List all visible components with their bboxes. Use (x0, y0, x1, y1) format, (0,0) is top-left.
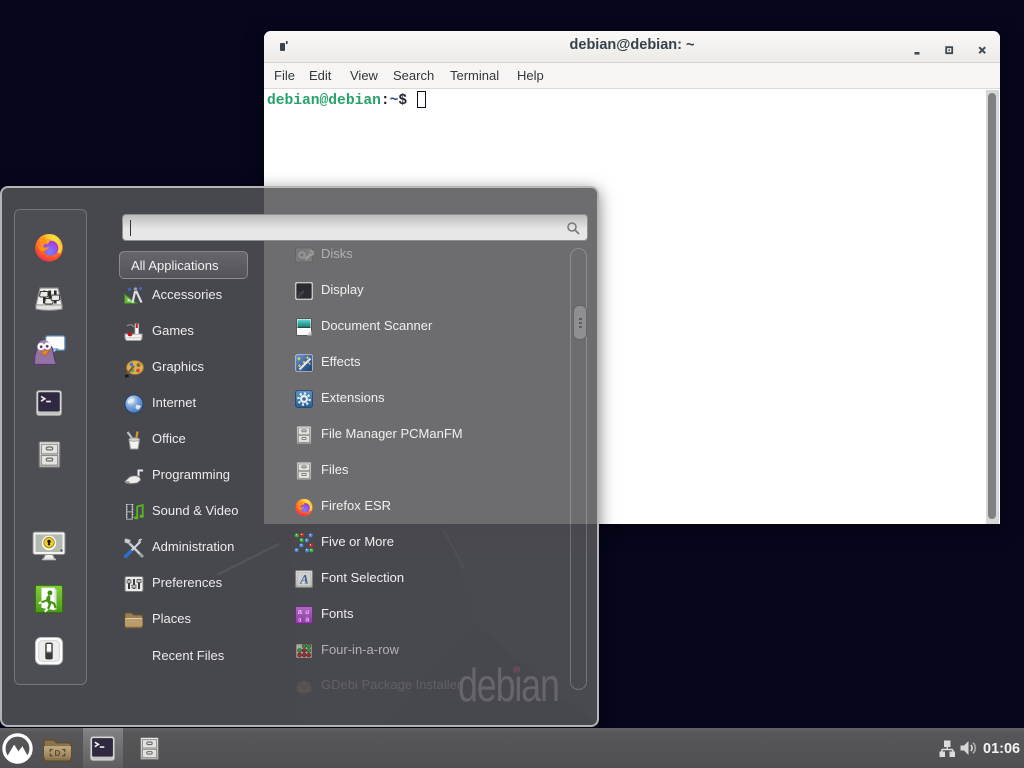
svg-text:A: A (299, 571, 309, 586)
svg-text:a: a (305, 616, 310, 624)
svg-text:a: a (305, 607, 309, 616)
svg-text:D: D (55, 749, 61, 758)
